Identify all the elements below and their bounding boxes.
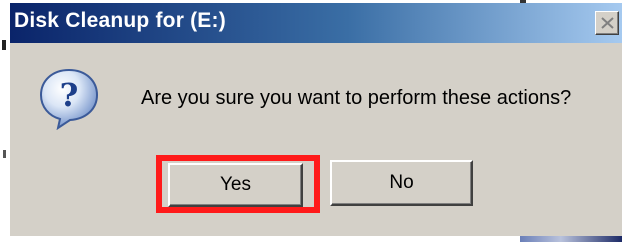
window-title: Disk Cleanup for (E:) bbox=[14, 9, 226, 32]
close-button[interactable] bbox=[595, 11, 619, 35]
question-icon: ? bbox=[39, 68, 99, 130]
screen: Disk Cleanup for (E:) ? Are you sure you… bbox=[0, 0, 622, 242]
yes-button[interactable]: Yes bbox=[168, 163, 303, 207]
no-button[interactable]: No bbox=[330, 160, 473, 206]
confirmation-message: Are you sure you want to perform these a… bbox=[141, 87, 572, 109]
title-bar[interactable]: Disk Cleanup for (E:) bbox=[10, 3, 622, 43]
disk-cleanup-dialog: Disk Cleanup for (E:) ? Are you sure you… bbox=[9, 3, 622, 236]
close-icon bbox=[601, 17, 614, 29]
background-artifact bbox=[2, 40, 6, 50]
background-artifact bbox=[3, 150, 6, 158]
background-taskbar-fragment bbox=[520, 236, 622, 242]
svg-text:?: ? bbox=[60, 76, 79, 114]
